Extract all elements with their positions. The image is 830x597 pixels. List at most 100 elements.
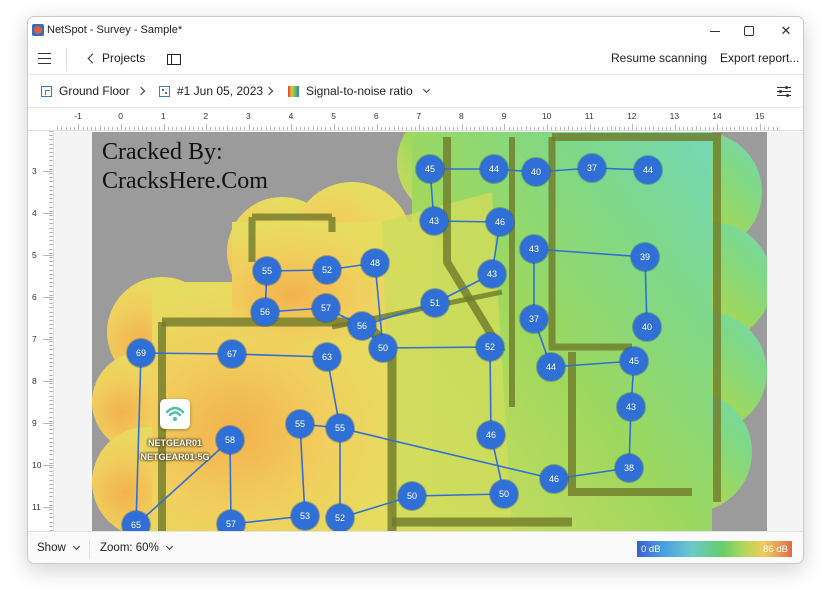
maximize-icon [744,26,754,36]
resume-scanning-button[interactable]: Resume scanning [611,51,707,65]
survey-icon [159,85,170,97]
ruler-tick [312,126,314,130]
ruler-tick [687,127,689,130]
chevron-down-icon [72,542,80,550]
ruler-x-label: 3 [246,111,251,121]
minimize-button[interactable] [698,19,732,43]
heatmap-icon [288,85,299,97]
horizontal-ruler: -1 0 1 2 3 4 5 6 7 8 9 10 11 12 13 14 15 [28,108,803,131]
ruler-tick [551,127,553,130]
ruler-tick [508,127,510,130]
ruler-tick [49,320,53,321]
measurement-point[interactable]: 43 [520,235,548,263]
ruler-tick [385,127,387,130]
ruler-tick [49,265,53,267]
ruler-tick [206,124,208,130]
ruler-tick [772,127,774,130]
measurement-point[interactable]: 50 [490,480,518,508]
export-report-button[interactable]: Export report... [720,51,799,65]
measurement-point[interactable]: 43 [617,393,645,421]
measurement-point[interactable]: 57 [217,510,245,531]
measurement-point[interactable]: 40 [633,313,661,341]
ruler-tick [49,269,53,271]
ruler-x-label: 5 [331,111,336,121]
measurement-point[interactable]: 40 [522,158,550,186]
ruler-tick [49,143,53,145]
close-button[interactable]: ✕ [769,19,803,43]
ruler-tick [244,127,246,130]
measurement-point[interactable]: 52 [313,256,341,284]
measurement-point[interactable]: 57 [312,294,340,322]
measurement-point[interactable]: 45 [416,155,444,183]
ruler-tick [49,252,53,254]
ruler-tick [713,127,715,130]
measurement-point[interactable]: 43 [478,260,506,288]
zoom-dropdown[interactable]: Zoom: 60% [100,542,173,554]
ruler-tick [346,127,348,130]
measurement-point[interactable]: 52 [326,504,354,531]
ruler-tick [125,127,127,130]
ruler-tick [49,399,53,401]
measurement-point[interactable]: 44 [537,353,565,381]
measurement-point[interactable]: 46 [477,421,505,449]
measurement-point[interactable]: 55 [326,414,354,442]
measurement-point[interactable]: 63 [313,343,341,371]
ruler-tick [563,127,565,130]
measurement-point[interactable]: 44 [634,156,662,184]
measurement-point[interactable]: 45 [620,347,648,375]
ruler-tick [674,124,676,130]
ruler-tick [49,425,53,426]
ruler-tick [448,127,450,130]
measurement-point[interactable]: 55 [286,410,314,438]
measurement-point[interactable]: 51 [421,289,449,317]
measurement-point[interactable]: 53 [291,502,319,530]
show-dropdown[interactable]: Show [37,542,80,554]
measurement-point[interactable]: 69 [127,339,155,367]
ruler-tick [49,521,53,523]
ruler-tick [299,127,301,130]
ruler-tick [197,127,199,130]
measurement-point[interactable]: 46 [486,208,514,236]
access-point[interactable] [160,399,190,429]
metric-dropdown[interactable]: Signal-to-noise ratio [288,84,430,98]
map-canvas[interactable]: Cracked By: CracksHere.Com 45 44 40 37 44 43 4… [55,132,803,531]
measurement-point[interactable]: 38 [615,454,643,482]
projects-back-button[interactable]: Projects [86,51,145,65]
measurement-point[interactable]: 55 [253,257,281,285]
sidebar-toggle-icon[interactable] [167,54,181,65]
menu-icon[interactable] [38,53,51,64]
measurement-point[interactable]: 37 [520,305,548,333]
measurement-point[interactable]: 39 [631,243,659,271]
ruler-tick [487,127,489,130]
maximize-button[interactable] [732,19,766,43]
ruler-tick [619,127,621,130]
filters-icon[interactable] [777,85,791,98]
measurement-point[interactable]: 48 [361,249,389,277]
ruler-tick [49,185,53,187]
measurement-point[interactable]: 58 [216,426,244,454]
ruler-tick [495,127,497,130]
chevron-right-icon [136,86,146,96]
watermark-line-2: CracksHere.Com [102,168,268,194]
measurement-point[interactable]: 65 [122,511,150,531]
measurement-point[interactable]: 43 [420,207,448,235]
breadcrumb-survey[interactable]: #1 Jun 05, 2023 [159,84,263,98]
status-bar: Show Zoom: 60% 0 dB 86 dB [28,531,803,563]
ruler-tick [278,127,280,130]
ruler-tick [49,236,53,237]
measurement-point[interactable]: 46 [540,465,568,493]
ruler-tick [270,126,271,130]
measurement-point[interactable]: 44 [480,155,508,183]
measurement-point[interactable]: 50 [369,334,397,362]
ruler-tick [470,127,472,130]
heatmap-area[interactable]: Cracked By: CracksHere.Com 45 44 40 37 44 43 4… [92,132,767,531]
measurement-point[interactable]: 56 [251,298,279,326]
breadcrumb-floor[interactable]: Ground Floor [41,84,130,98]
measurement-point[interactable]: 67 [218,340,246,368]
measurement-point[interactable]: 37 [578,154,606,182]
measurement-point[interactable]: 50 [398,482,426,510]
ruler-tick [49,294,53,296]
measurement-point[interactable]: 56 [348,312,376,340]
ruler-tick [465,127,467,130]
measurement-point[interactable]: 52 [476,333,504,361]
